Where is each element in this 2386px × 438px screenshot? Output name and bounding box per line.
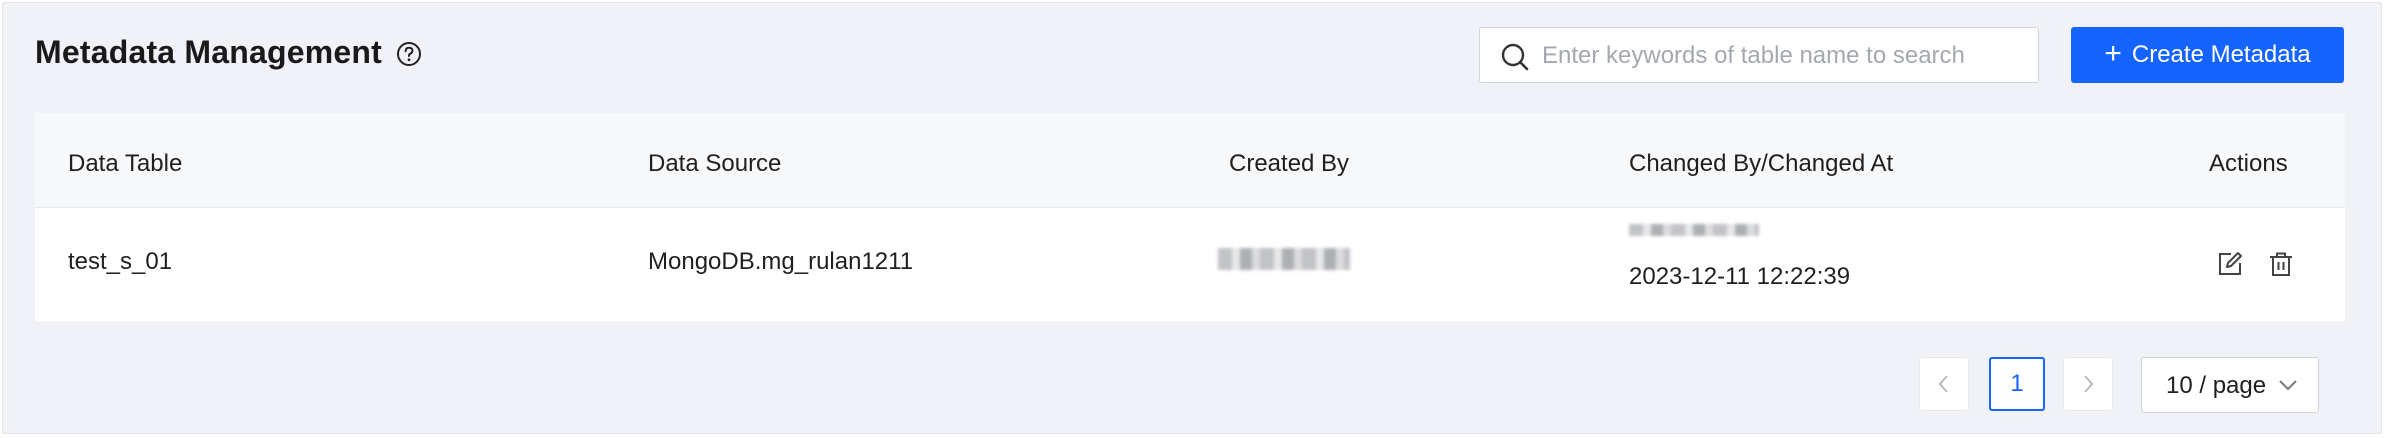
previous-page-button[interactable] bbox=[1919, 357, 1969, 411]
page-number-button[interactable]: 1 bbox=[1989, 357, 2045, 411]
help-circle-icon[interactable] bbox=[396, 41, 422, 67]
metadata-table: Data Table Data Source Created By Change… bbox=[35, 113, 2345, 321]
cell-data-source: MongoDB.mg_rulan1211 bbox=[648, 248, 914, 275]
chevron-down-icon bbox=[2279, 380, 2297, 391]
page-title: Metadata Management bbox=[35, 34, 382, 70]
create-metadata-label: Create Metadata bbox=[2131, 41, 2311, 68]
column-header-actions: Actions bbox=[2209, 150, 2288, 177]
header: Metadata Management + Create Metadata bbox=[3, 3, 2381, 113]
column-header-data-source: Data Source bbox=[648, 150, 782, 177]
cell-data-table: test_s_01 bbox=[68, 248, 173, 275]
table-row: test_s_01 MongoDB.mg_rulan1211 2023-12-1… bbox=[35, 208, 2345, 321]
next-page-button[interactable] bbox=[2063, 357, 2113, 411]
search-box[interactable] bbox=[1479, 27, 2039, 83]
edit-icon[interactable] bbox=[2217, 251, 2243, 277]
column-header-created-by: Created By bbox=[1229, 150, 1350, 177]
search-input[interactable] bbox=[1540, 36, 2024, 76]
chevron-right-icon bbox=[2084, 375, 2094, 393]
column-header-data-table: Data Table bbox=[68, 150, 183, 177]
created-by-redacted bbox=[1218, 248, 1350, 270]
page-size-label: 10 / page bbox=[2166, 372, 2267, 399]
cell-changed-at: 2023-12-11 12:22:39 bbox=[1629, 263, 1851, 290]
table-header: Data Table Data Source Created By Change… bbox=[35, 113, 2345, 208]
column-header-changed-by-at: Changed By/Changed At bbox=[1629, 150, 1894, 177]
plus-icon: + bbox=[2104, 36, 2122, 70]
search-icon bbox=[1501, 43, 1529, 71]
page-size-select[interactable]: 10 / page bbox=[2141, 357, 2319, 413]
create-metadata-button[interactable]: + Create Metadata bbox=[2071, 27, 2344, 83]
changed-by-redacted bbox=[1629, 224, 1759, 236]
metadata-management-panel: Metadata Management + Create Metadata Da… bbox=[2, 2, 2382, 434]
chevron-left-icon bbox=[1938, 375, 1948, 393]
delete-icon[interactable] bbox=[2268, 251, 2294, 277]
